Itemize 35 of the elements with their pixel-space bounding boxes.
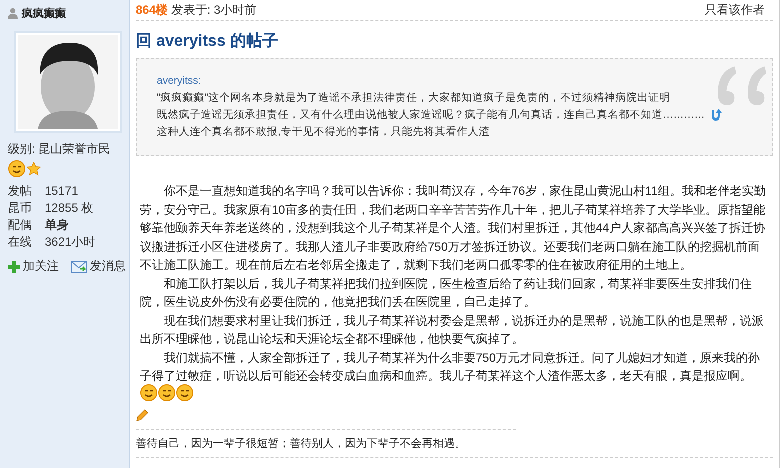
stat-label: 昆币 [8,201,33,216]
quote-text: 既然疯子造谣无须承担责任，又有什么理由说他被人家造谣呢？疯子能有几句真话，连自己真名都不知道………… [157,108,705,123]
post-title: 回 averyitss 的帖子 [136,32,280,52]
envelope-icon [71,260,87,272]
follow-link[interactable]: 加关注 [23,258,59,275]
quote-text: "疯疯癫癫"这个网名本身就是为了造谣不承担法律责任，大家都知道疯子是免责的，不过须精神病院出证明 [157,91,670,106]
floor-number: 864楼 [136,2,168,16]
post-time: 发表于: 3小时前 [171,2,257,16]
author-only-link[interactable]: 只看该作者 [705,2,765,18]
smiley-icon [176,384,194,402]
quote-author: averyitss: [157,74,202,89]
quote-text: 这种人连个真名都不敢报,专干见不得光的事情，只能先将其看作人渣 [157,125,490,140]
level-label: 级别: 昆山荣誉市民 [8,141,112,158]
username[interactable]: 疯疯癫癫 [22,6,66,21]
stat-label: 发帖 [8,184,33,199]
smiley-icon [8,160,26,178]
user-icon [8,8,18,19]
message-link[interactable]: 发消息 [90,258,126,275]
signature: 善待自己，因为一辈子很短暂；善待别人，因为下辈子不会再相遇。 [136,436,773,458]
pencil-icon [136,409,149,422]
stat-label: 在线 [8,235,33,250]
plus-icon [8,260,20,272]
post-paragraph: 我们就搞不懂，人家全部拆迁了，我儿子荀某祥为什么非要750万元才同意拆迁。问了儿媳妇才知道，原来我的孙子得了过敏症，听说以后可能还会转变成白血病和血癌。我儿子荀某祥这个人渣作恶太多，老天有眼，真是报应啊。 [140,350,762,385]
stat-value: 单身 [45,218,70,233]
stat-label: 配偶 [8,218,33,233]
smiley-icon [140,384,158,402]
jump-arrow-icon[interactable] [709,109,722,122]
stat-value: 3621小时 [45,235,97,250]
smiley-icon [158,384,176,402]
post-paragraph: 和施工队打架以后，我儿子荀某祥把我们拉到医院，医生检查后给了药让我们回家，荀某祥非要医生安排我们住院，医生说皮外伤没有必要住院的，他竟把我们丢在医院里，自己走掉了。 [140,276,753,311]
stat-value: 15171 [45,184,80,199]
stat-value: 12855 枚 [45,201,95,216]
star-icon [27,162,41,176]
post-paragraph: 现在我们想要求村里让我们拆迁，我儿子荀某祥说村委会是黑帮，说拆迁办的是黑帮，说施工队的也是黑帮，说派出所不理睬他，说昆山论坛和天涯论坛全都不理睬他，他快要气疯掉了。 [140,312,765,348]
post-paragraph: 你不是一直想知道我的名字吗？我可以告诉你：我叫荀汉存，今年76岁，家住昆山黄泥山村11组。我和老伴老实勤劳，安分守己。我家原有10亩多的责任田，我们老两口辛辛苦苦劳作几十年，把儿子荀某祥培养了大学毕业。原指望能够靠他颐养天年养老送终的，没想到我这个儿子荀某祥是个人渣。我们村里拆迁，其他44户人家都高高兴兴签了拆迁协议搬进拆迁小区住进楼房了。我那人渣儿子非要政府给750万才签拆迁协议。还要我们老两口躺在施工队的挖掘机前面不让施工队施工。现在前后左右老邻居全搬走了，就剩下我们老两口孤零零的住在被政府征用的土地上。 [140,183,767,274]
